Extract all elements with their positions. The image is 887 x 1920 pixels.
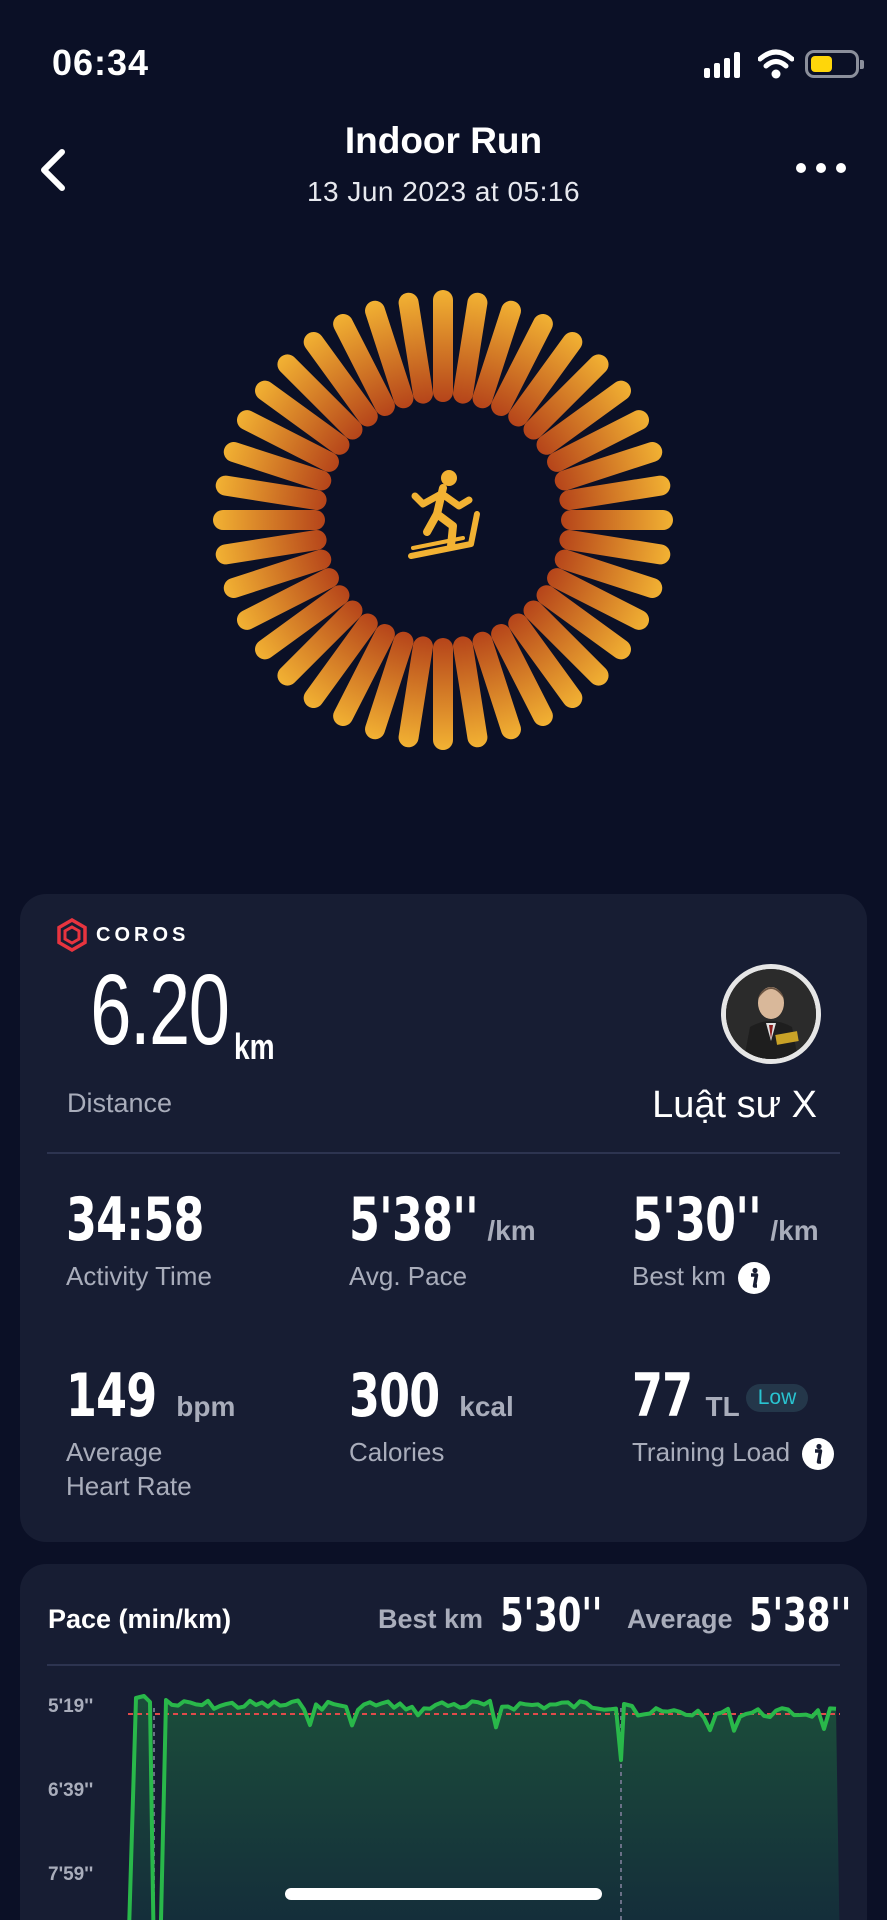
stat-label: Avg. Pace	[349, 1261, 468, 1291]
brand-logo: COROS	[56, 918, 189, 952]
chart-title: Pace (min/km)	[48, 1604, 232, 1634]
wifi-icon	[758, 49, 794, 79]
stat-value: 77	[632, 1361, 693, 1431]
stat-value: 5'38''	[349, 1185, 479, 1255]
status-badge: Low	[745, 1384, 809, 1412]
stat-value: 34:58	[66, 1185, 204, 1255]
activity-ring	[213, 290, 673, 750]
y-tick-label: 6'39''	[48, 1780, 93, 1801]
ring-ray	[561, 510, 673, 530]
status-bar: 06:34	[0, 0, 887, 120]
stat-value: 300	[349, 1361, 440, 1431]
stat-label: Calories	[349, 1437, 445, 1467]
stat-best-km: 5'30'' /km Best km	[632, 1185, 887, 1295]
home-indicator[interactable]	[285, 1888, 602, 1900]
page-title: Indoor Run	[344, 120, 543, 161]
stat-label: Best km	[632, 1261, 726, 1291]
y-tick-label: 7'59''	[48, 1864, 93, 1885]
page-subtitle: 13 Jun 2023 at 05:16	[306, 176, 581, 207]
stat-unit: bpm	[176, 1391, 236, 1422]
summary-card: COROS 6.20 km Distance Luật sư X 34:58 A…	[20, 894, 867, 1542]
stat-label: Activity Time	[66, 1261, 212, 1291]
stat-heart-rate: 149 bpm Average Heart Rate	[66, 1366, 326, 1504]
stat-label: Training Load	[632, 1437, 791, 1467]
stat-training-load: 77 TL Low Training Load	[632, 1361, 862, 1471]
ring-ray	[433, 638, 453, 750]
stat-unit: /km	[487, 1215, 536, 1246]
info-icon[interactable]	[802, 1438, 835, 1471]
divider	[47, 1152, 840, 1154]
chart-best-value: 5'30''	[500, 1588, 603, 1642]
nav-bar: Indoor Run 13 Jun 2023 at 05:16	[0, 110, 887, 220]
ring-ray	[433, 290, 453, 402]
stat-calories: 300 kcal Calories	[349, 1366, 609, 1470]
stat-value: 149	[66, 1361, 157, 1431]
stat-avg-pace: 5'38''/km Avg. Pace	[349, 1190, 609, 1294]
distance-label: Distance	[67, 1088, 173, 1118]
more-options-button[interactable]	[793, 158, 849, 178]
y-tick-label: 5'19''	[48, 1696, 93, 1717]
stat-value: 5'30''	[632, 1185, 762, 1255]
chart-avg-label: Average	[627, 1604, 733, 1634]
chart-avg-value: 5'38''	[749, 1588, 852, 1642]
stat-unit: /km	[770, 1215, 819, 1246]
info-icon[interactable]	[737, 1262, 770, 1295]
battery-level	[811, 56, 832, 72]
status-time: 06:34	[52, 42, 150, 83]
chart-best-label: Best km	[378, 1604, 484, 1634]
username: Luật sư X	[652, 1084, 817, 1126]
pace-chart[interactable]: 5'19'' 6'39'' 7'59''	[20, 1664, 867, 1920]
stat-unit: kcal	[459, 1391, 514, 1422]
brand-name: COROS	[96, 923, 190, 946]
distance-unit: km	[234, 1026, 275, 1067]
treadmill-run-icon	[408, 470, 480, 559]
avatar[interactable]	[721, 964, 821, 1064]
pace-chart-card: Pace (min/km) Best km 5'30'' Average 5'3…	[20, 1564, 867, 1920]
battery-icon	[805, 50, 864, 78]
coros-logo-icon	[57, 918, 87, 952]
stat-activity-time: 34:58 Activity Time	[66, 1190, 326, 1294]
ring-ray	[213, 510, 325, 530]
cellular-signal-icon	[704, 52, 740, 78]
stat-label: Average Heart Rate	[66, 1437, 192, 1501]
stat-unit: TL	[705, 1391, 740, 1422]
distance-value: 6.20	[90, 954, 230, 1066]
